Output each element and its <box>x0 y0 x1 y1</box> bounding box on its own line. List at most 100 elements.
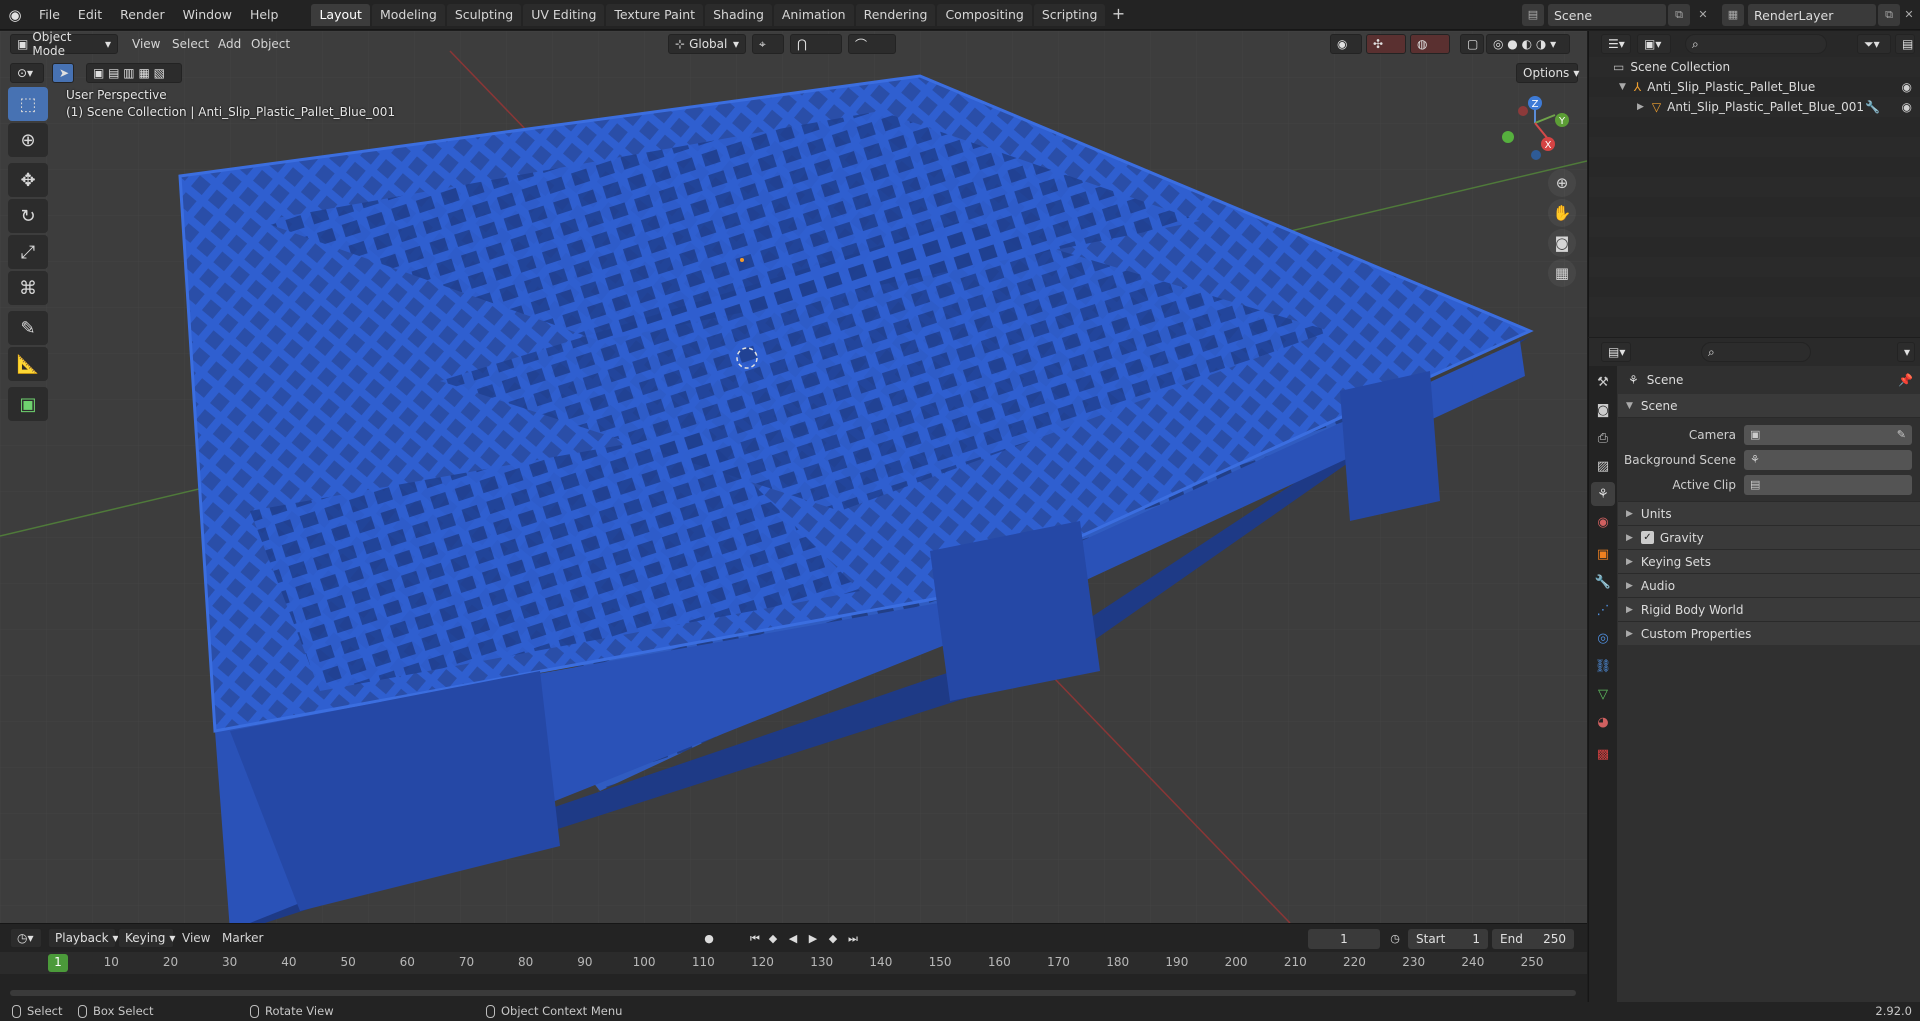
menu-file[interactable]: File <box>30 0 69 30</box>
expand-down-icon[interactable]: ▼ <box>1619 82 1626 92</box>
gravity-checkbox[interactable]: ✓ <box>1640 531 1654 544</box>
expand-right-icon[interactable]: ▶ <box>1637 102 1644 112</box>
editor-type-dropdown[interactable]: ⊙▾ <box>10 63 44 83</box>
tab-output[interactable]: ⎙ <box>1591 426 1615 450</box>
camera-field[interactable]: ▣ ✎ <box>1744 424 1912 445</box>
tab-world[interactable]: ◉ <box>1591 510 1615 534</box>
background-scene-field[interactable]: ⚘ <box>1744 449 1912 470</box>
cursor-tool[interactable]: ⊕ <box>8 123 48 157</box>
pin-icon[interactable]: 📌 <box>1898 373 1913 387</box>
properties-options[interactable]: ▾ <box>1897 342 1915 362</box>
tab-particles[interactable]: ⋰ <box>1591 598 1615 622</box>
timeline-editor-type[interactable]: ◷▾ <box>10 928 42 948</box>
tab-scene[interactable]: ⚘ <box>1591 482 1615 506</box>
tab-render[interactable]: ◙ <box>1591 398 1615 422</box>
select-box-tool[interactable]: ⬚ <box>8 87 48 121</box>
transform-orientation-dropdown[interactable]: ⊹ Global ▾ <box>668 34 746 54</box>
pivot-dropdown[interactable]: ⌖ <box>752 34 784 54</box>
blender-logo-icon[interactable]: ◉ <box>0 0 30 30</box>
new-collection-button[interactable]: ▤ <box>1895 34 1915 54</box>
scale-tool[interactable]: ⤢ <box>8 235 48 269</box>
viewport-menu-select[interactable]: Select <box>172 34 209 54</box>
menu-help[interactable]: Help <box>241 0 288 30</box>
tab-layout[interactable]: Layout <box>311 3 370 26</box>
snap-dropdown[interactable]: ⋂ <box>790 34 842 54</box>
tree-row-collection[interactable]: ▼ ⅄ Anti_Slip_Plastic_Pallet_Blue ◉ <box>1589 77 1920 97</box>
annotate-tool[interactable]: ✎ <box>8 311 48 345</box>
scene-panel-header[interactable]: ▼ Scene <box>1618 394 1920 418</box>
add-cube-tool[interactable]: ▣ <box>8 387 48 421</box>
record-button[interactable]: ● <box>700 930 718 948</box>
tab-data[interactable]: ▽ <box>1591 682 1615 706</box>
properties-editor-type[interactable]: ▤▾ <box>1601 342 1631 362</box>
eye-icon[interactable]: ◉ <box>1902 100 1912 114</box>
view-layer-copy-icon[interactable]: ⧉ <box>1878 4 1900 26</box>
tab-modifiers[interactable]: 🔧 <box>1591 570 1615 594</box>
timeline-menu-view[interactable]: View <box>182 928 210 948</box>
menu-render[interactable]: Render <box>111 0 174 30</box>
display-mode-dropdown[interactable]: ▣▾ <box>1637 34 1671 54</box>
frame-ruler[interactable]: 1 10 20 30 40 50 60 70 80 90 100 110 120 130 140 150 160… <box>0 952 1587 974</box>
xray-toggle[interactable]: ▢ <box>1460 34 1484 54</box>
tab-scripting[interactable]: Scripting <box>1033 3 1106 26</box>
shading-modes[interactable]: ◎ ● ◐ ◑ ▾ <box>1486 34 1570 54</box>
view-layer-selector[interactable]: RenderLayer <box>1748 4 1876 26</box>
tab-rendering[interactable]: Rendering <box>855 3 936 26</box>
camera-view-button[interactable]: ◙ <box>1548 229 1576 257</box>
scene-copy-icon[interactable]: ⧉ <box>1668 4 1690 26</box>
tab-uv-editing[interactable]: UV Editing <box>523 3 605 26</box>
menu-window[interactable]: Window <box>174 0 241 30</box>
viewport-menu-object[interactable]: Object <box>251 34 290 54</box>
tab-object[interactable]: ▣ <box>1591 542 1615 566</box>
outliner-editor-type[interactable]: ☰▾ <box>1601 34 1631 54</box>
tab-view-layer[interactable]: ▨ <box>1591 454 1615 478</box>
add-workspace-button[interactable]: + <box>1107 4 1129 26</box>
filter-dropdown[interactable]: ⏷▾ <box>1857 34 1891 54</box>
keying-dropdown[interactable]: Keying ▾ <box>118 928 175 948</box>
viewport-menu-add[interactable]: Add <box>218 34 241 54</box>
select-tool-button[interactable]: ➤ <box>52 63 74 83</box>
tree-row-object[interactable]: ▶ ▽ Anti_Slip_Plastic_Pallet_Blue_001 🔧 … <box>1589 97 1920 117</box>
selection-mode-buttons[interactable]: ▣ ▤ ▥ ▦ ▧ <box>86 63 182 83</box>
rotate-tool[interactable]: ↻ <box>8 199 48 233</box>
zoom-button[interactable]: ⊕ <box>1548 169 1576 197</box>
audio-panel[interactable]: ▶ Audio <box>1618 573 1920 597</box>
pan-button[interactable]: ✋ <box>1548 199 1576 227</box>
properties-search-input[interactable]: ⌕ <box>1701 342 1811 362</box>
timeline-menu-marker[interactable]: Marker <box>222 928 263 948</box>
properties-editor[interactable]: ▤▾ ⌕ ▾ ⚒ ◙ ⎙ ▨ ⚘ ◉ ▣ 🔧 ⋰ ◎ ⛓ ▽ ◕ ▩ ⚘ Sce… <box>1588 338 1920 1002</box>
play-button[interactable]: ▶ <box>804 930 822 948</box>
active-clip-field[interactable]: ▤ <box>1744 474 1912 495</box>
tab-tool[interactable]: ⚒ <box>1591 370 1615 394</box>
measure-tool[interactable]: 📐 <box>8 347 48 381</box>
keying-sets-panel[interactable]: ▶ Keying Sets <box>1618 549 1920 573</box>
view-layer-close-icon[interactable]: ✕ <box>1898 4 1920 26</box>
outliner-search-input[interactable]: ⌕ <box>1685 34 1827 54</box>
transform-tool[interactable]: ⌘ <box>8 271 48 305</box>
scene-selector[interactable]: Scene <box>1548 4 1666 26</box>
3d-viewport[interactable]: Z Y X ▣ Object Mode ▾ View Select Add Ob… <box>0 31 1587 923</box>
tab-constraints[interactable]: ⛓ <box>1591 654 1615 678</box>
tab-compositing[interactable]: Compositing <box>937 3 1032 26</box>
tab-modeling[interactable]: Modeling <box>371 3 445 26</box>
gravity-panel[interactable]: ▶ ✓ Gravity <box>1618 525 1920 549</box>
tab-physics[interactable]: ◎ <box>1591 626 1615 650</box>
scene-close-icon[interactable]: ✕ <box>1692 4 1714 26</box>
prev-keyframe-button[interactable]: ◆ <box>764 930 782 948</box>
tab-animation[interactable]: Animation <box>773 3 854 26</box>
ortho-toggle-button[interactable]: ▦ <box>1548 259 1576 287</box>
tab-texture-paint[interactable]: Texture Paint <box>606 3 704 26</box>
custom-properties-panel[interactable]: ▶ Custom Properties <box>1618 621 1920 645</box>
current-frame-field[interactable]: 1 <box>1308 929 1380 949</box>
scene-type-icon[interactable]: ▤ <box>1522 4 1544 26</box>
outliner[interactable]: ☰▾ ▣▾ ⌕ ⏷▾ ▤ ▭ Scene Collection ▼ ⅄ Anti… <box>1588 31 1920 337</box>
proportional-edit-dropdown[interactable]: ⌒ <box>848 34 896 54</box>
modifier-wrench-icon[interactable]: 🔧 <box>1865 100 1880 114</box>
jump-end-button[interactable]: ⏭ <box>844 930 862 948</box>
play-reverse-button[interactable]: ◀ <box>784 930 802 948</box>
timeline-editor[interactable]: ◷▾ Playback ▾ Keying ▾ View Marker ● ⏮ ◆… <box>0 923 1587 1002</box>
move-tool[interactable]: ✥ <box>8 163 48 197</box>
tab-sculpting[interactable]: Sculpting <box>446 3 522 26</box>
view-layer-icon[interactable]: ▦ <box>1722 4 1744 26</box>
units-panel[interactable]: ▶ Units <box>1618 501 1920 525</box>
